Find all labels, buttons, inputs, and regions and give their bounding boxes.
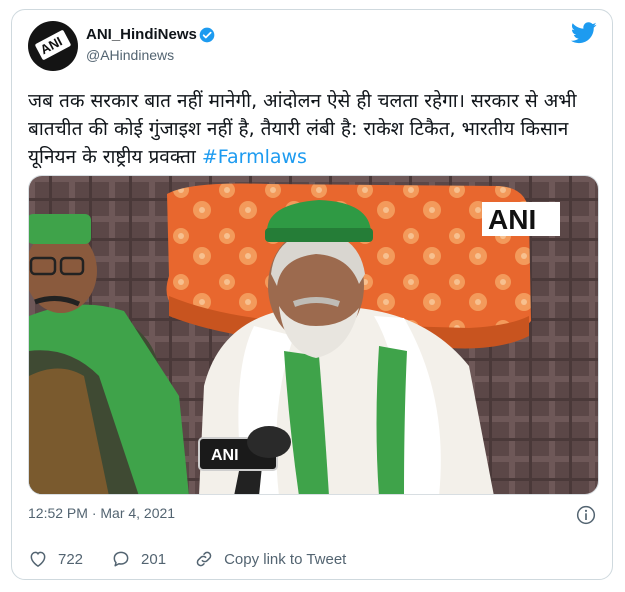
copy-link-label: Copy link to Tweet (224, 550, 347, 568)
tweet-text: जब तक सरकार बात नहीं मानेगी, आंदोलन ऐसे … (28, 87, 603, 171)
account-handle[interactable]: @AHindinews (86, 47, 174, 63)
account-name[interactable]: ANI_HindiNews (86, 26, 197, 43)
tweet-photo[interactable]: ANI ANI (28, 175, 599, 495)
reply-count: 201 (141, 550, 167, 568)
hashtag-link[interactable]: #Farmlaws (202, 146, 307, 168)
reply-icon (113, 551, 129, 567)
link-icon (196, 551, 212, 567)
photo-scene: ANI ANI (29, 176, 598, 494)
like-count: 722 (58, 550, 84, 568)
copy-link-button[interactable]: Copy link to Tweet (194, 549, 346, 569)
twitter-bird-icon[interactable] (571, 22, 597, 44)
ani-watermark: ANI (488, 204, 536, 235)
verified-badge-icon (199, 27, 215, 43)
heart-icon (30, 551, 46, 567)
tweet-card[interactable]: ANI ANI_HindiNews @AHindinews जब तक सरका… (11, 9, 613, 580)
like-button[interactable]: 722 (28, 549, 83, 569)
tweet-actions: 722 201 Copy link to Tweet (28, 548, 374, 570)
reply-button[interactable]: 201 (111, 549, 166, 569)
mic-ani-label: ANI (211, 447, 239, 464)
avatar[interactable]: ANI (28, 21, 78, 71)
info-icon[interactable] (576, 505, 596, 525)
tweet-timestamp[interactable]: 12:52 PM · Mar 4, 2021 (28, 505, 175, 521)
ani-logo: ANI (34, 29, 72, 61)
